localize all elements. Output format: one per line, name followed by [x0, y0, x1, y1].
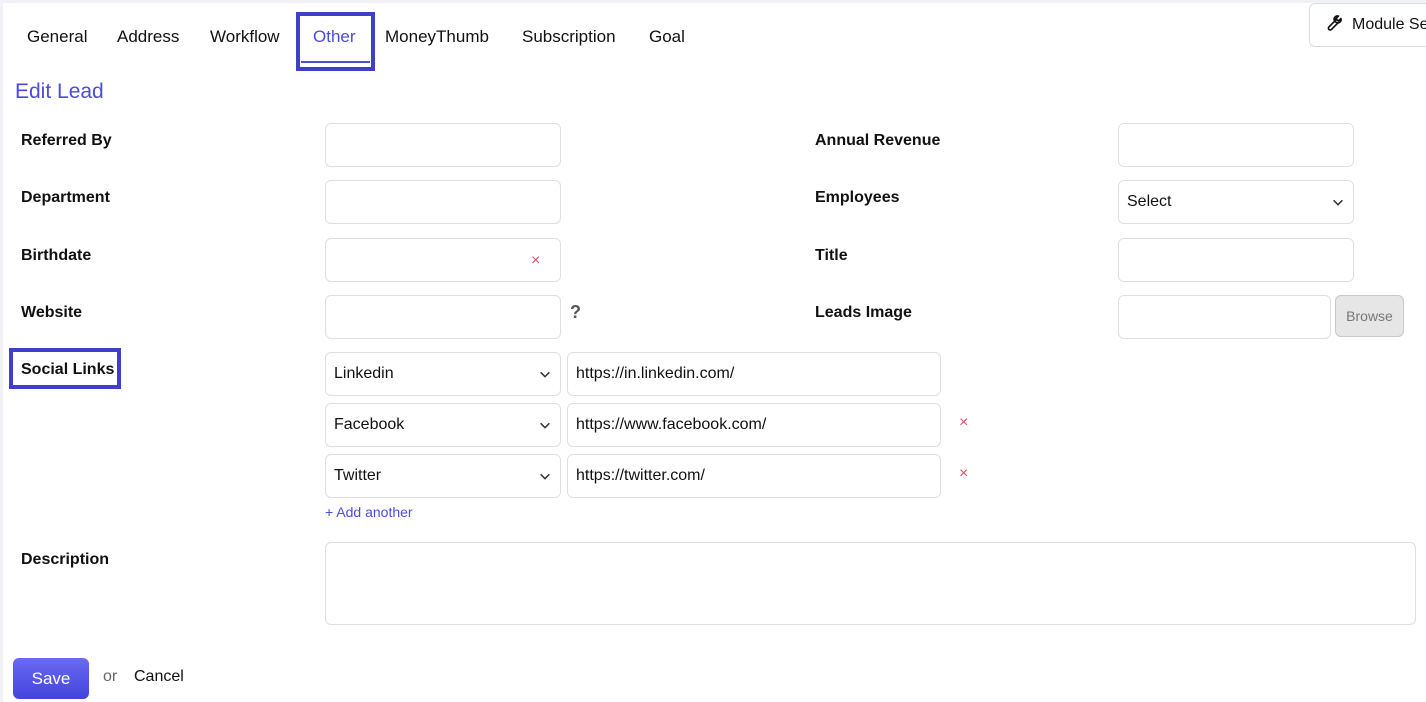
employees-select[interactable]: Select	[1118, 180, 1354, 224]
title-input[interactable]	[1118, 238, 1354, 282]
social-network-value: Twitter	[334, 467, 382, 484]
chevron-down-icon	[540, 473, 550, 480]
social-links-highlight	[9, 348, 121, 389]
tab-goal[interactable]: Goal	[649, 24, 685, 52]
browse-button[interactable]: Browse	[1335, 295, 1404, 337]
birthdate-input[interactable]	[325, 238, 561, 282]
tab-address[interactable]: Address	[117, 24, 179, 52]
social-network-select[interactable]: Twitter	[325, 454, 561, 498]
add-another-link[interactable]: + Add another	[325, 504, 413, 520]
employees-label: Employees	[815, 189, 900, 206]
social-network-select[interactable]: Facebook	[325, 403, 561, 447]
social-network-select[interactable]: Linkedin	[325, 352, 561, 396]
website-input[interactable]	[325, 295, 561, 339]
department-input[interactable]	[325, 180, 561, 224]
description-label: Description	[21, 551, 110, 568]
description-textarea[interactable]	[325, 542, 1416, 625]
social-network-value: Linkedin	[334, 365, 394, 382]
leads-image-label: Leads Image	[815, 304, 912, 321]
social-network-value: Facebook	[334, 416, 405, 433]
or-text: or	[103, 668, 118, 685]
cancel-link[interactable]: Cancel	[134, 668, 184, 686]
annual-revenue-input[interactable]	[1118, 123, 1354, 167]
leads-image-file-field[interactable]	[1118, 295, 1331, 339]
save-button[interactable]: Save	[13, 658, 89, 699]
clear-birthdate-icon[interactable]: ×	[531, 253, 540, 269]
social-url-input[interactable]	[567, 454, 941, 498]
referred-by-input[interactable]	[325, 123, 561, 167]
social-url-input[interactable]	[567, 403, 941, 447]
birthdate-label: Birthdate	[21, 247, 92, 264]
social-url-input[interactable]	[567, 352, 941, 396]
annual-revenue-label: Annual Revenue	[815, 132, 941, 149]
title-label: Title	[815, 247, 848, 264]
website-label: Website	[21, 304, 83, 321]
help-icon[interactable]: ?	[570, 302, 581, 323]
module-settings-button[interactable]: Module Se	[1309, 3, 1426, 47]
tab-other-highlight	[296, 12, 375, 71]
wrench-icon	[1322, 13, 1342, 38]
module-settings-label: Module Se	[1352, 16, 1426, 33]
page-title: Edit Lead	[15, 80, 104, 103]
chevron-down-icon	[540, 422, 550, 429]
chevron-down-icon	[540, 371, 550, 378]
tab-subscription[interactable]: Subscription	[522, 24, 616, 52]
tab-moneythumb[interactable]: MoneyThumb	[385, 24, 489, 52]
department-label: Department	[21, 189, 110, 206]
tab-workflow[interactable]: Workflow	[210, 24, 280, 52]
referred-by-label: Referred By	[21, 132, 112, 149]
employees-select-value: Select	[1127, 193, 1172, 210]
remove-social-link-icon[interactable]: ×	[959, 466, 968, 482]
tab-general[interactable]: General	[27, 24, 87, 52]
remove-social-link-icon[interactable]: ×	[959, 415, 968, 431]
chevron-down-icon	[1333, 199, 1343, 206]
